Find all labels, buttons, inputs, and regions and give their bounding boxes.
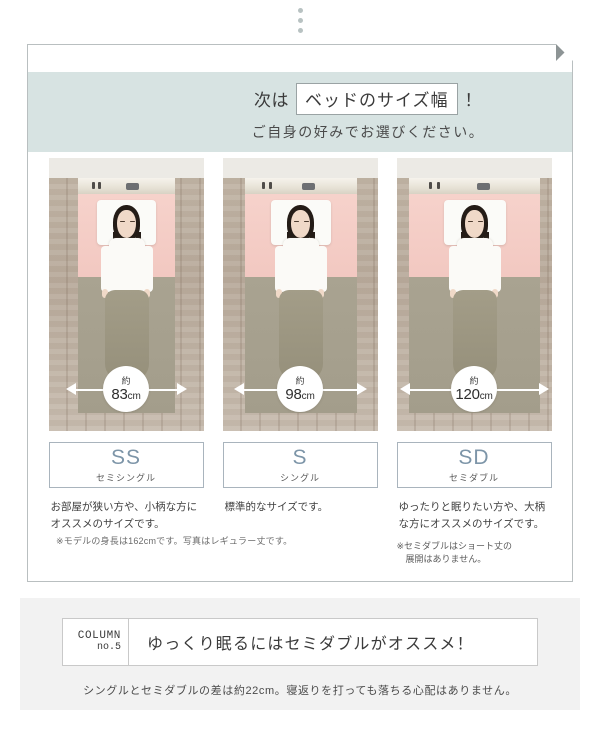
size-card-s[interactable]: 約 98cm S シングル 標準的なサイズです。 (222, 158, 378, 567)
size-card-list: 約 83cm SS セミシングル お部屋が狭い方や、小柄な方にオススメのサイズで… (28, 158, 572, 567)
model-arm (489, 246, 501, 292)
model-face (464, 210, 484, 238)
bed-photo-ss: 約 83cm (48, 158, 204, 431)
model-arm (100, 246, 112, 292)
size-label-box-sd: SD セミダブル (396, 442, 552, 488)
measure-value: 98cm (285, 385, 315, 403)
model-eye (129, 221, 135, 222)
size-name: シングル (279, 472, 320, 483)
shelf-item (436, 182, 440, 189)
header-exclamation: ！ (464, 91, 482, 110)
measurement-overlay-s: 約 98cm (223, 365, 378, 413)
model-torso (282, 238, 319, 296)
header-headline: 次は ベッドのサイズ幅 ！ (254, 82, 482, 115)
column-tag-number: no.5 (96, 642, 121, 654)
column-tag: COLUMN no.5 (63, 619, 129, 665)
size-label-box-ss: SS セミシングル (48, 442, 204, 488)
column-section: COLUMN no.5 ゆっくり眠るにはセミダブルがオススメ！ シングルとセミダ… (20, 598, 580, 710)
wall (396, 158, 552, 178)
measure-value: 83cm (111, 385, 141, 403)
model-torso (456, 238, 493, 296)
size-description: お部屋が狭い方や、小柄な方にオススメのサイズです。 (50, 501, 198, 531)
size-description: ゆったりと眠りたい方や、大柄な方にオススメのサイズです。 (398, 501, 546, 531)
model-arm (141, 246, 153, 292)
measurement-overlay-ss: 約 83cm (49, 365, 204, 413)
measure-value: 120cm (455, 385, 493, 403)
header-boxed-term: ベッドのサイズ幅 (296, 82, 458, 115)
size-card-ss[interactable]: 約 83cm SS セミシングル お部屋が狭い方や、小柄な方にオススメのサイズで… (48, 158, 204, 567)
decorative-dot (297, 8, 303, 13)
shelf-item (268, 182, 272, 189)
shelf-item (476, 183, 490, 190)
measure-badge: 約 120cm (451, 366, 497, 412)
wall (222, 158, 378, 178)
decorative-dot (297, 28, 303, 33)
column-subtext: シングルとセミダブルの差は約22cm。寝返りを打っても落ちる心配はありません。 (83, 685, 517, 697)
bed-photo-s: 約 98cm (222, 158, 378, 431)
model-arm (274, 246, 286, 292)
size-name: セミダブル (448, 472, 499, 483)
shelf-item (261, 182, 265, 189)
model-eye (467, 221, 473, 222)
size-code: SD (458, 445, 490, 469)
model-face (290, 210, 310, 238)
size-code: S (292, 445, 308, 469)
shelf-item (91, 182, 95, 189)
measure-badge: 約 98cm (277, 366, 323, 412)
measure-arrow-right (176, 383, 187, 395)
model-eye (119, 221, 125, 222)
decorative-dot (297, 18, 303, 23)
model-eye (303, 221, 309, 222)
size-name: セミシングル (95, 472, 156, 483)
size-description: 標準的なサイズです。 (224, 501, 329, 513)
size-label-box-s: S シングル (222, 442, 378, 488)
model-arm (315, 246, 327, 292)
model-footnote: ※モデルの身長は162cmです。写真はレギュラー丈です。 (56, 536, 293, 546)
headboard-shelf (77, 178, 175, 195)
top-dots-decoration (0, 8, 600, 33)
measure-arrow-right (538, 383, 549, 395)
headboard-shelf (244, 178, 357, 195)
header-lead: 次は (254, 91, 289, 110)
size-note-line2: 展開はありません。 (405, 554, 487, 565)
wall (48, 158, 204, 178)
folded-corner-fill (556, 44, 573, 61)
step-panel: 次は ベッドのサイズ幅 ！ ご自身の好みでお選びください。 約 83cm SS … (27, 44, 573, 582)
model-eye (477, 221, 483, 222)
size-note: ※セミダブルはショート丈の 展開はありません。 (397, 540, 552, 567)
shelf-item (97, 182, 101, 189)
model-eye (293, 221, 299, 222)
column-heading-box: COLUMN no.5 ゆっくり眠るにはセミダブルがオススメ！ (62, 618, 538, 666)
measurement-overlay-sd: 約 120cm (397, 365, 552, 413)
size-card-sd[interactable]: 約 120cm SD セミダブル ゆったりと眠りたい方や、大柄な方にオススメのサ… (396, 158, 552, 567)
column-heading: ゆっくり眠るにはセミダブルがオススメ！ (147, 636, 474, 653)
model-face (116, 210, 136, 238)
measure-arrow-left (233, 383, 244, 395)
headboard-shelf (408, 178, 540, 195)
measure-arrow-right (356, 383, 367, 395)
measure-badge: 約 83cm (103, 366, 149, 412)
model-arm (448, 246, 460, 292)
shelf-item (125, 183, 139, 190)
column-tag-word: COLUMN (77, 629, 121, 642)
header-text: 次は ベッドのサイズ幅 ！ ご自身の好みでお選びください。 (168, 72, 568, 152)
header-subtitle: ご自身の好みでお選びください。 (251, 123, 485, 140)
shelf-item (428, 182, 432, 189)
measure-arrow-left (399, 383, 410, 395)
size-code: SS (110, 445, 141, 469)
bed-photo-sd: 約 120cm (396, 158, 552, 431)
model-torso (108, 238, 145, 296)
size-note-line1: ※セミダブルはショート丈の (396, 540, 513, 551)
shelf-item (301, 183, 315, 190)
measure-arrow-left (65, 383, 76, 395)
